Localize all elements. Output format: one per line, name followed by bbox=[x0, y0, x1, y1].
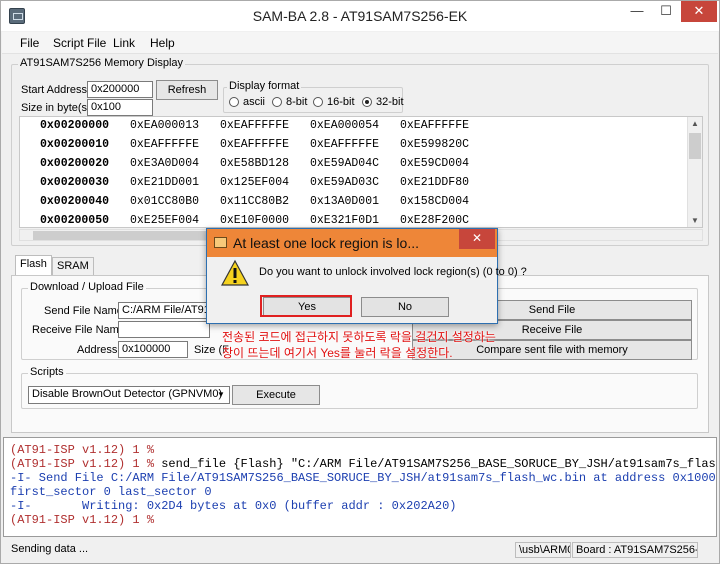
status-bar: Sending data ... \usb\ARM0 Board : AT91S… bbox=[1, 539, 719, 563]
refresh-button[interactable]: Refresh bbox=[156, 80, 218, 100]
console-line: (AT91-ISP v1.12) 1 % bbox=[10, 513, 155, 527]
memory-address: 0x00200050 bbox=[40, 214, 110, 227]
radio-16bit[interactable] bbox=[313, 97, 323, 107]
annotation-line-1: 전송된 코드에 접근하지 못하도록 락을 걸건지 설정하는 bbox=[222, 330, 496, 344]
receive-file-label: Receive File Name : bbox=[32, 324, 132, 336]
memory-vertical-scrollbar[interactable]: ▲ ▼ bbox=[687, 117, 702, 227]
annotation-line-2: 창이 뜨는데 여기서 Yes를 눌러 락을 설정한다. bbox=[222, 346, 453, 360]
status-text: Sending data ... bbox=[11, 543, 89, 555]
start-address-label: Start Address : bbox=[21, 84, 94, 96]
menu-help[interactable]: Help bbox=[150, 36, 175, 50]
unlock-dialog: At least one lock region is lo... ✕ Do y… bbox=[206, 228, 527, 324]
memory-value: 0xE28F200C bbox=[400, 214, 470, 227]
scroll-thumb[interactable] bbox=[689, 133, 701, 159]
memory-value: 0xE599820C bbox=[400, 138, 470, 151]
memory-table[interactable]: 0x00200000 0xEA000013 0xEAFFFFFE 0xEA000054… bbox=[19, 116, 703, 228]
memory-value: 0xE10F0000 bbox=[220, 214, 290, 227]
radio-ascii[interactable] bbox=[229, 97, 239, 107]
memory-value: 0xEAFFFFFE bbox=[220, 138, 290, 151]
receive-file-input[interactable] bbox=[118, 321, 210, 338]
memory-address: 0x00200020 bbox=[40, 157, 110, 170]
memory-value: 0xEAFFFFFE bbox=[400, 119, 470, 132]
display-format-title: Display format bbox=[227, 80, 302, 92]
radio-32bit[interactable] bbox=[362, 97, 372, 107]
size-input[interactable]: 0x100 bbox=[87, 99, 153, 116]
memory-display-title: AT91SAM7S256 Memory Display bbox=[18, 57, 186, 69]
console-line: -I- Send File C:/ARM File/AT91SAM7S256_B… bbox=[10, 471, 717, 485]
close-button[interactable]: ✕ bbox=[681, 1, 717, 22]
memory-address: 0x00200040 bbox=[40, 195, 110, 208]
memory-address: 0x00200000 bbox=[40, 119, 110, 132]
console-line: first_sector 0 last_sector 0 bbox=[10, 485, 212, 499]
scripts-select[interactable]: Disable BrownOut Detector (GPNVM0) ▼ bbox=[28, 386, 230, 404]
memory-value: 0x125EF004 bbox=[220, 176, 290, 189]
memory-value: 0xEAFFFFFE bbox=[310, 138, 380, 151]
no-button[interactable]: No bbox=[361, 297, 449, 317]
tab-flash[interactable]: Flash bbox=[15, 255, 52, 276]
memory-value: 0xE21DD001 bbox=[130, 176, 200, 189]
maximize-button[interactable]: ☐ bbox=[652, 1, 680, 22]
menu-bar: File Script File Link Help bbox=[2, 32, 718, 54]
scroll-down-icon[interactable]: ▼ bbox=[691, 216, 699, 225]
dialog-title-bar: At least one lock region is lo... ✕ bbox=[207, 229, 497, 257]
scripts-title: Scripts bbox=[28, 366, 66, 378]
memory-value: 0xE59AD03C bbox=[310, 176, 380, 189]
memory-value: 0x158CD004 bbox=[400, 195, 470, 208]
memory-value: 0xEAFFFFFE bbox=[130, 138, 200, 151]
warning-icon bbox=[221, 259, 249, 286]
memory-value: 0xE321F0D1 bbox=[310, 214, 380, 227]
dialog-message: Do you want to unlock involved lock regi… bbox=[259, 266, 527, 278]
console-output[interactable]: (AT91-ISP v1.12) 1 % (AT91-ISP v1.12) 1 … bbox=[3, 437, 717, 537]
menu-script-file[interactable]: Script File bbox=[53, 36, 106, 50]
yes-highlight-box bbox=[260, 295, 352, 317]
status-board: Board : AT91SAM7S256-EK bbox=[572, 542, 698, 558]
radio-8bit-label: 8-bit bbox=[286, 96, 308, 108]
console-line: -I- Writing: 0x2D4 bytes at 0x0 (buffer … bbox=[10, 499, 457, 513]
tab-sram[interactable]: SRAM bbox=[52, 257, 94, 275]
address-input[interactable]: 0x100000 bbox=[118, 341, 188, 358]
menu-link[interactable]: Link bbox=[113, 36, 135, 50]
dialog-app-icon bbox=[214, 237, 227, 248]
scroll-up-icon[interactable]: ▲ bbox=[691, 119, 699, 128]
menu-file[interactable]: File bbox=[20, 36, 39, 50]
console-command: send_file {Flash} "C:/ARM File/AT91SAM7S… bbox=[161, 457, 716, 471]
minimize-button[interactable]: — bbox=[623, 1, 651, 22]
memory-value: 0xE21DDF80 bbox=[400, 176, 470, 189]
size-label: Size in byte(s) : bbox=[21, 102, 97, 114]
memory-value: 0xE59AD04C bbox=[310, 157, 380, 170]
memory-value: 0xE59CD004 bbox=[400, 157, 470, 170]
execute-button[interactable]: Execute bbox=[232, 385, 320, 405]
memory-value: 0x11CC80B2 bbox=[220, 195, 290, 208]
console-line: (AT91-ISP v1.12) 1 % send_file {Flash} "… bbox=[10, 457, 716, 471]
memory-value: 0xE25EF004 bbox=[130, 214, 200, 227]
memory-value: 0xE3A0D004 bbox=[130, 157, 200, 170]
memory-value: 0xE58BD128 bbox=[220, 157, 290, 170]
console-line: (AT91-ISP v1.12) 1 % bbox=[10, 443, 155, 457]
memory-value: 0xEA000013 bbox=[130, 119, 200, 132]
memory-value: 0x13A0D001 bbox=[310, 195, 380, 208]
hscroll-thumb[interactable] bbox=[33, 231, 223, 240]
download-upload-title: Download / Upload File bbox=[28, 281, 146, 293]
send-file-input[interactable]: C:/ARM File/AT91S bbox=[118, 302, 210, 319]
title-bar: SAM-BA 2.8 - AT91SAM7S256-EK — ☐ ✕ bbox=[1, 1, 719, 31]
radio-16bit-label: 16-bit bbox=[327, 96, 355, 108]
dialog-close-button[interactable]: ✕ bbox=[459, 229, 495, 249]
memory-value: 0x01CC80B0 bbox=[130, 195, 200, 208]
radio-ascii-label: ascii bbox=[243, 96, 266, 108]
chevron-down-icon[interactable]: ▼ bbox=[214, 388, 228, 402]
memory-address: 0x00200010 bbox=[40, 138, 110, 151]
window-title: SAM-BA 2.8 - AT91SAM7S256-EK bbox=[252, 8, 468, 24]
address-label: Address : bbox=[77, 344, 124, 356]
memory-address: 0x00200030 bbox=[40, 176, 110, 189]
radio-8bit[interactable] bbox=[272, 97, 282, 107]
memory-value: 0xEAFFFFFE bbox=[220, 119, 290, 132]
radio-32bit-label: 32-bit bbox=[376, 96, 404, 108]
dialog-title: At least one lock region is lo... bbox=[233, 235, 419, 251]
scripts-select-value: Disable BrownOut Detector (GPNVM0) bbox=[32, 388, 223, 400]
console-prompt: (AT91-ISP v1.12) 1 % bbox=[10, 457, 162, 471]
start-address-input[interactable]: 0x200000 bbox=[87, 81, 153, 98]
status-connection: \usb\ARM0 bbox=[515, 542, 571, 558]
send-file-label: Send File Name : bbox=[44, 305, 129, 317]
memory-value: 0xEA000054 bbox=[310, 119, 380, 132]
